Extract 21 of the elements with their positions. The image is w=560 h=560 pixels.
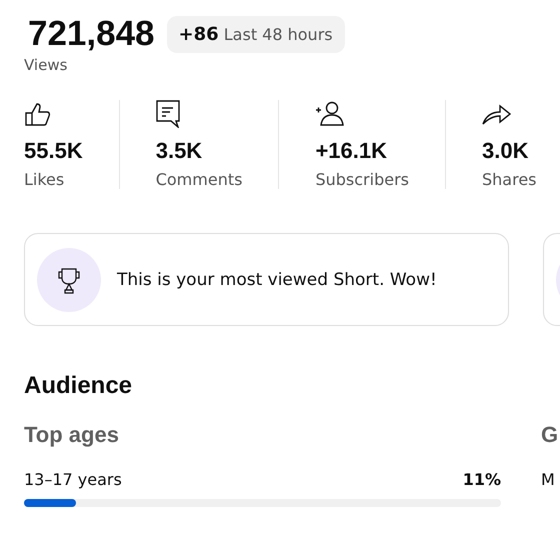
stat-label: Comments (156, 170, 242, 189)
stat-value: 3.5K (156, 138, 202, 164)
stat-label: Shares (482, 170, 536, 189)
stat-value: 55.5K (24, 138, 83, 164)
insight-text: This is your most viewed Short. Wow! (117, 270, 437, 290)
stat-label: Likes (24, 170, 64, 189)
recent-views-badge: +86 Last 48 hours (166, 16, 345, 52)
view-count: 721,848 (28, 14, 155, 54)
views-label: Views (24, 56, 68, 74)
group-title: G (541, 422, 560, 448)
trophy-icon (37, 248, 101, 312)
percent-value: 11% (462, 470, 501, 489)
section-title: Audience (24, 372, 134, 400)
group-title: Top ages (24, 422, 120, 448)
stat-label: Subscribers (315, 170, 409, 189)
comment-icon (156, 100, 180, 128)
add-person-icon (315, 100, 346, 128)
age-range-label: M (541, 470, 555, 489)
stat-value: +16.1K (315, 138, 388, 164)
age-range-label: 13–17 years (24, 470, 122, 489)
stat-value: 3.0K (482, 138, 528, 164)
